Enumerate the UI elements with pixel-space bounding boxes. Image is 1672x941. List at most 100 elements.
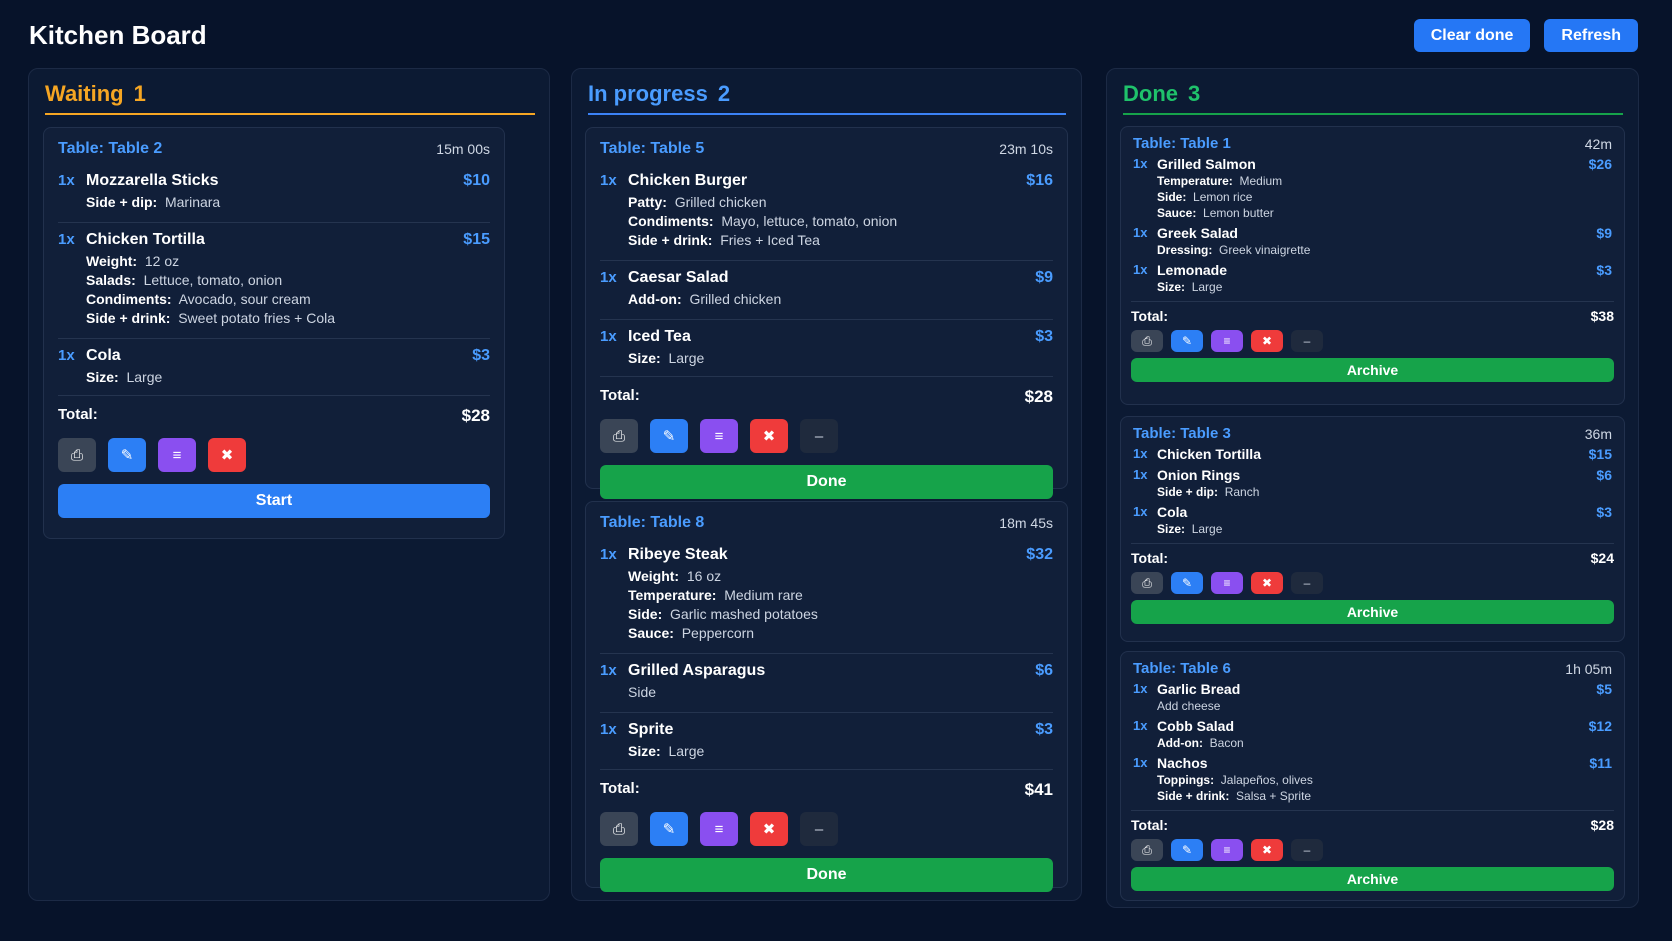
card-header: Table: Table 8 18m 45s — [586, 502, 1067, 532]
collapse-button[interactable]: – — [800, 812, 838, 846]
modifier-value: Grilled chicken — [674, 194, 767, 210]
item-price: $3 — [1035, 721, 1053, 738]
item-quantity: 1x — [58, 347, 75, 364]
archive-button[interactable]: Archive — [1131, 600, 1614, 624]
print-button[interactable]: ⎙ — [1131, 330, 1163, 352]
done-button[interactable]: Done — [600, 465, 1053, 499]
item-details: Grilled Salmon Temperature: Medium Side: L… — [1157, 156, 1589, 221]
print-button[interactable]: ⎙ — [600, 812, 638, 846]
collapse-button[interactable]: – — [1291, 839, 1323, 861]
item-price: $3 — [472, 347, 490, 364]
order-item: 1x Garlic Bread Add cheese $5 — [1121, 681, 1624, 714]
action-toolbar: ⎙ ✎ ≡ ✖ – — [1121, 833, 1624, 861]
notes-button[interactable]: ≡ — [1211, 330, 1243, 352]
notes-button[interactable]: ≡ — [158, 438, 196, 472]
item-modifier: Temperature: Medium — [1157, 173, 1589, 189]
delete-button[interactable]: ✖ — [1251, 572, 1283, 594]
print-button[interactable]: ⎙ — [58, 438, 96, 472]
edit-button[interactable]: ✎ — [650, 419, 688, 453]
modifier-value: Medium — [1239, 174, 1283, 188]
notes-button[interactable]: ≡ — [1211, 839, 1243, 861]
delete-button[interactable]: ✖ — [1251, 839, 1283, 861]
delete-button[interactable]: ✖ — [208, 438, 246, 472]
modifier-value: Avocado, sour cream — [178, 291, 311, 307]
modifier-label: Side + drink: — [628, 232, 713, 248]
item-quantity: 1x — [1133, 718, 1148, 733]
modifier-value: Fries + Iced Tea — [720, 232, 820, 248]
item-name: Iced Tea — [628, 328, 691, 345]
item-modifier: Sauce: Peppercorn — [628, 624, 1026, 643]
collapse-button[interactable]: – — [1291, 330, 1323, 352]
column-header-done: Done 3 — [1123, 81, 1623, 115]
notes-button[interactable]: ≡ — [700, 812, 738, 846]
item-details: Ribeye Steak Weight: 16 oz Temperature: Me… — [628, 546, 1026, 643]
item-modifier: Size: Large — [86, 368, 472, 387]
collapse-icon: – — [1303, 843, 1311, 857]
item-name: Greek Salad — [1157, 225, 1238, 241]
archive-button[interactable]: Archive — [1131, 867, 1614, 891]
card-header: Table: Table 5 23m 10s — [586, 128, 1067, 158]
modifier-label: Side: — [1157, 190, 1187, 204]
item-modifier: Dressing: Greek vinaigrette — [1157, 242, 1596, 258]
total-row: Total: $28 — [586, 377, 1067, 407]
item-details: Chicken Burger Patty: Grilled chicken Cond… — [628, 172, 1026, 250]
table-name: Table: Table 1 — [1133, 135, 1231, 152]
item-modifier: Salads: Lettuce, tomato, onion — [86, 271, 463, 290]
edit-button[interactable]: ✎ — [1171, 330, 1203, 352]
delete-button[interactable]: ✖ — [750, 419, 788, 453]
printer-icon: ⎙ — [70, 446, 83, 464]
item-modifier: Weight: 12 oz — [86, 252, 463, 271]
delete-button[interactable]: ✖ — [1251, 330, 1283, 352]
item-price: $9 — [1035, 269, 1053, 286]
order-item: 1x Mozzarella Sticks Side + dip: Marinara $… — [44, 172, 504, 212]
collapse-button[interactable]: – — [1291, 572, 1323, 594]
modifier-label: Weight: — [86, 253, 138, 269]
modifier-label: Dressing: — [1157, 243, 1213, 257]
item-details: Chicken Tortilla — [1157, 446, 1589, 463]
modifier-label: Side: — [628, 606, 663, 622]
modifier-value: Garlic mashed potatoes — [670, 606, 818, 622]
item-price: $10 — [463, 172, 490, 189]
item-details: Iced Tea Size: Large — [628, 328, 1035, 368]
notes-button[interactable]: ≡ — [1211, 572, 1243, 594]
start-button[interactable]: Start — [58, 484, 490, 518]
done-button[interactable]: Done — [600, 858, 1053, 892]
collapse-button[interactable]: – — [800, 419, 838, 453]
modifier-value: Large — [668, 743, 705, 759]
item-modifier: Add cheese — [1157, 698, 1596, 714]
delete-button[interactable]: ✖ — [750, 812, 788, 846]
edit-button[interactable]: ✎ — [108, 438, 146, 472]
total-amount: $38 — [1590, 308, 1614, 324]
order-card: Table: Table 1 42m 1x Grilled Salmon Tempera… — [1120, 126, 1625, 405]
column-title: Done — [1123, 81, 1178, 106]
edit-button[interactable]: ✎ — [1171, 839, 1203, 861]
order-item: 1x Grilled Asparagus Side $6 — [600, 653, 1053, 702]
print-button[interactable]: ⎙ — [600, 419, 638, 453]
notes-button[interactable]: ≡ — [700, 419, 738, 453]
refresh-button[interactable]: Refresh — [1544, 19, 1638, 52]
item-modifier: Size: Large — [628, 742, 1035, 761]
modifier-value: Peppercorn — [681, 625, 755, 641]
edit-button[interactable]: ✎ — [650, 812, 688, 846]
order-item: 1x Onion Rings Side + dip: Ranch $6 — [1121, 467, 1624, 500]
elapsed-time: 23m 10s — [999, 141, 1053, 157]
column-in-progress: In progress 2 Table: Table 5 23m 10s 1x Chi… — [571, 68, 1082, 901]
item-price: $12 — [1588, 718, 1612, 734]
elapsed-time: 15m 00s — [436, 141, 490, 157]
table-name: Table: Table 3 — [1133, 425, 1231, 442]
edit-button[interactable]: ✎ — [1171, 572, 1203, 594]
total-amount: $28 — [1024, 387, 1053, 406]
trash-icon: ✖ — [762, 428, 776, 445]
item-name: Grilled Asparagus — [628, 662, 766, 679]
order-card: Table: Table 8 18m 45s 1x Ribeye Steak Weigh… — [585, 501, 1068, 892]
clear-done-button[interactable]: Clear done — [1413, 19, 1531, 52]
modifier-label: Condiments: — [628, 213, 714, 229]
print-button[interactable]: ⎙ — [1131, 839, 1163, 861]
modifier-value: Greek vinaigrette — [1219, 243, 1311, 257]
print-button[interactable]: ⎙ — [1131, 572, 1163, 594]
modifier-label: Size: — [86, 369, 119, 385]
item-quantity: 1x — [1133, 755, 1148, 770]
total-row: Total: $28 — [1121, 811, 1624, 833]
archive-button[interactable]: Archive — [1131, 358, 1614, 382]
modifier-label: Toppings: — [1157, 773, 1215, 787]
